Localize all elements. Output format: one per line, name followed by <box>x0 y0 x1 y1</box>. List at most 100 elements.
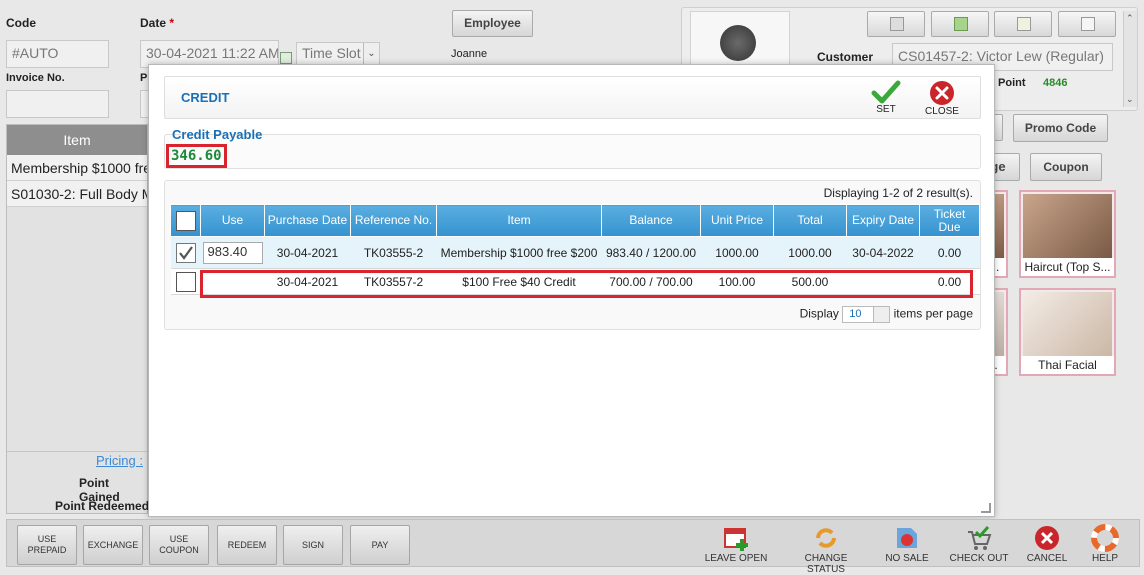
ticket-due-cell: 0.00 <box>919 236 980 269</box>
list-item[interactable]: Membership $1000 free <box>7 155 147 181</box>
avatar-circle-icon <box>720 25 756 61</box>
invoice-field[interactable] <box>6 90 109 118</box>
employee-name: Joanne <box>451 48 488 60</box>
service-card-haircut[interactable]: Haircut (Top S... <box>1019 190 1116 278</box>
lifebuoy-icon <box>1091 524 1119 552</box>
table-header-row: Use Purchase Date Reference No. Item Bal… <box>170 204 980 237</box>
checkmark-icon <box>871 80 901 104</box>
document-icon-button[interactable] <box>994 11 1052 37</box>
close-icon <box>930 81 954 105</box>
card-point-value: 4846 <box>1043 77 1068 89</box>
chevron-down-icon <box>873 307 890 322</box>
calendar-icon[interactable] <box>280 52 292 64</box>
redeem-button[interactable]: REDEEM <box>217 525 277 565</box>
document-small-icon <box>1081 17 1095 31</box>
no-sale-icon <box>897 528 917 548</box>
card-icon-button[interactable] <box>867 11 925 37</box>
row-select-cell <box>170 236 201 269</box>
date-label: Date * <box>140 16 175 30</box>
code-field[interactable]: #AUTO <box>6 40 109 68</box>
item-header: Item <box>7 125 147 155</box>
invoice-label: Invoice No. <box>6 72 65 84</box>
col-balance: Balance <box>601 204 701 237</box>
avatar <box>690 11 790 67</box>
dialog-title: CREDIT <box>181 90 230 105</box>
android-icon <box>954 17 968 31</box>
set-button[interactable]: SET <box>864 80 908 115</box>
p-label: P <box>140 72 148 84</box>
cart-check-icon <box>968 526 992 550</box>
col-total: Total <box>773 204 847 237</box>
scroll-up-icon[interactable]: ⌃ <box>1126 13 1134 24</box>
card-icon <box>890 17 904 31</box>
use-amount-input[interactable]: 983.40 <box>202 241 263 264</box>
document-small-icon-button[interactable] <box>1058 11 1116 37</box>
list-item[interactable]: S01030-2: Full Body Ma <box>7 181 147 207</box>
timeslot-select[interactable]: Time Slot ⌄ <box>296 42 380 66</box>
promo-code-button[interactable]: Promo Code <box>1013 114 1108 142</box>
credit-payable-box <box>164 134 981 169</box>
service-card-thai-facial[interactable]: Thai Facial <box>1019 288 1116 376</box>
cancel-icon <box>1035 526 1059 550</box>
no-sale-button[interactable]: NO SALE <box>871 522 943 566</box>
bottom-toolbar: USE PREPAID EXCHANGE USE COUPON REDEEM S… <box>6 519 1141 575</box>
per-page-select[interactable]: 10 <box>842 306 891 323</box>
pricing-link[interactable]: Pricing : <box>96 453 143 468</box>
use-cell: 983.40 <box>200 236 265 269</box>
calendar-add-icon <box>724 528 748 551</box>
col-unit-price: Unit Price <box>700 204 774 237</box>
exchange-button[interactable]: EXCHANGE <box>83 525 143 565</box>
scroll-down-icon[interactable]: ⌄ <box>1126 94 1134 105</box>
haircut-image <box>1023 194 1112 258</box>
credit-payable-label: Credit Payable <box>172 127 263 142</box>
pagination: Display 10 items per page <box>800 306 973 323</box>
row-checkbox[interactable] <box>175 242 196 263</box>
expiry-cell: 30-04-2022 <box>846 236 920 269</box>
credit-grid: Displaying 1-2 of 2 result(s). Use Purch… <box>164 180 981 330</box>
code-label: Code <box>6 16 36 30</box>
credit-payable-value: 346.60 <box>166 144 227 168</box>
thai-facial-image <box>1023 292 1112 356</box>
item-cell: Membership $1000 free $200 <box>436 236 602 269</box>
use-prepaid-button[interactable]: USE PREPAID <box>17 525 77 565</box>
dialog-header: CREDIT SET CLOSE <box>164 76 981 119</box>
android-icon-button[interactable] <box>931 11 989 37</box>
highlight-row-box <box>200 270 973 298</box>
customer-label: Customer <box>817 50 874 64</box>
pay-button[interactable]: PAY <box>350 525 410 565</box>
check-out-button[interactable]: CHECK OUT <box>943 522 1015 566</box>
balance-cell: 983.40 / 1200.00 <box>601 236 701 269</box>
col-expiry-date: Expiry Date <box>846 204 920 237</box>
credit-dialog: CREDIT SET CLOSE Credit Payable 346.60 D… <box>148 64 995 517</box>
col-reference: Reference No. <box>350 204 437 237</box>
item-panel: Item Membership $1000 free S01030-2: Ful… <box>6 124 150 514</box>
table-row[interactable]: 983.40 30-04-2021 TK03555-2 Membership $… <box>170 236 980 269</box>
refresh-icon <box>816 528 836 548</box>
chevron-down-icon: ⌄ <box>363 43 379 65</box>
use-coupon-button[interactable]: USE COUPON <box>149 525 209 565</box>
result-count: Displaying 1-2 of 2 result(s). <box>823 186 973 200</box>
service-caption: Haircut (Top S... <box>1021 258 1114 276</box>
col-ticket-due: Ticket Due <box>919 204 980 237</box>
select-all-header <box>170 204 201 237</box>
total-cell: 1000.00 <box>773 236 847 269</box>
row-select-cell <box>170 268 201 295</box>
row-checkbox[interactable] <box>175 271 196 292</box>
col-purchase-date: Purchase Date <box>264 204 351 237</box>
change-status-button[interactable]: CHANGE STATUS <box>787 522 865 575</box>
leave-open-button[interactable]: LEAVE OPEN <box>700 522 772 566</box>
col-item: Item <box>436 204 602 237</box>
col-use: Use <box>200 204 265 237</box>
resize-handle-icon[interactable] <box>981 503 991 513</box>
unit-price-cell: 1000.00 <box>700 236 774 269</box>
coupon-button[interactable]: Coupon <box>1030 153 1102 181</box>
items-per-page-label: items per page <box>893 306 973 321</box>
help-button[interactable]: HELP <box>1069 522 1141 566</box>
display-label: Display <box>799 306 839 321</box>
close-button[interactable]: CLOSE <box>920 80 964 117</box>
select-all-checkbox[interactable] <box>175 210 196 231</box>
point-redeemed-label: Point Redeemed <box>55 499 150 513</box>
sign-button[interactable]: SIGN <box>283 525 343 565</box>
employee-button[interactable]: Employee <box>452 10 533 37</box>
customer-scrollbar[interactable]: ⌃ ⌄ <box>1123 11 1137 107</box>
